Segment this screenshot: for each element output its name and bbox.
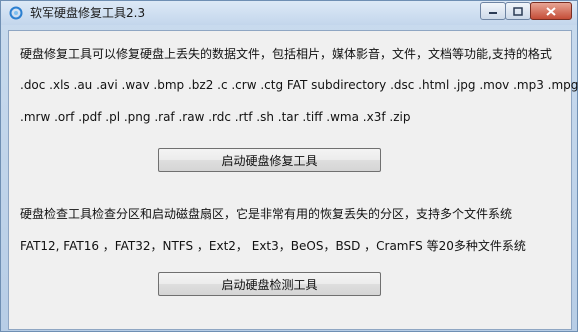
- repair-description: 硬盘修复工具可以修复硬盘上丢失的数据文件，包括相片，媒体影音，文件，文档等功能,…: [20, 47, 552, 61]
- check-filesystems: FAT12, FAT16 ，FAT32，NTFS ，Ext2， Ext3，BeO…: [20, 239, 526, 253]
- maximize-icon: [513, 6, 523, 16]
- window-title: 软军硬盘修复工具2.3: [30, 6, 146, 20]
- caption-buttons: [480, 2, 572, 20]
- start-check-button[interactable]: 启动硬盘检测工具: [158, 272, 381, 296]
- start-repair-button[interactable]: 启动硬盘修复工具: [158, 148, 381, 172]
- minimize-button[interactable]: [480, 2, 506, 20]
- close-icon: [546, 6, 556, 16]
- client-area: 硬盘修复工具可以修复硬盘上丢失的数据文件，包括相片，媒体影音，文件，文档等功能,…: [8, 30, 578, 330]
- maximize-button[interactable]: [505, 2, 531, 20]
- repair-formats-line-2: .mrw .orf .pdf .pl .png .raf .raw .rdc .…: [20, 110, 411, 124]
- title-bar[interactable]: 软军硬盘修复工具2.3: [1, 1, 577, 25]
- minimize-icon: [489, 12, 497, 14]
- close-button[interactable]: [530, 2, 572, 20]
- check-description: 硬盘检查工具检查分区和启动磁盘扇区，它是非常有用的恢复丢失的分区，支持多个文件系…: [20, 207, 513, 221]
- app-window: 软军硬盘修复工具2.3 硬盘修复工具可以修复硬盘上丢失的数据文件，包括相片，媒体…: [0, 0, 578, 332]
- app-icon: [9, 6, 23, 20]
- repair-formats-line-1: .doc .xls .au .avi .wav .bmp .bz2 .c .cr…: [20, 78, 579, 92]
